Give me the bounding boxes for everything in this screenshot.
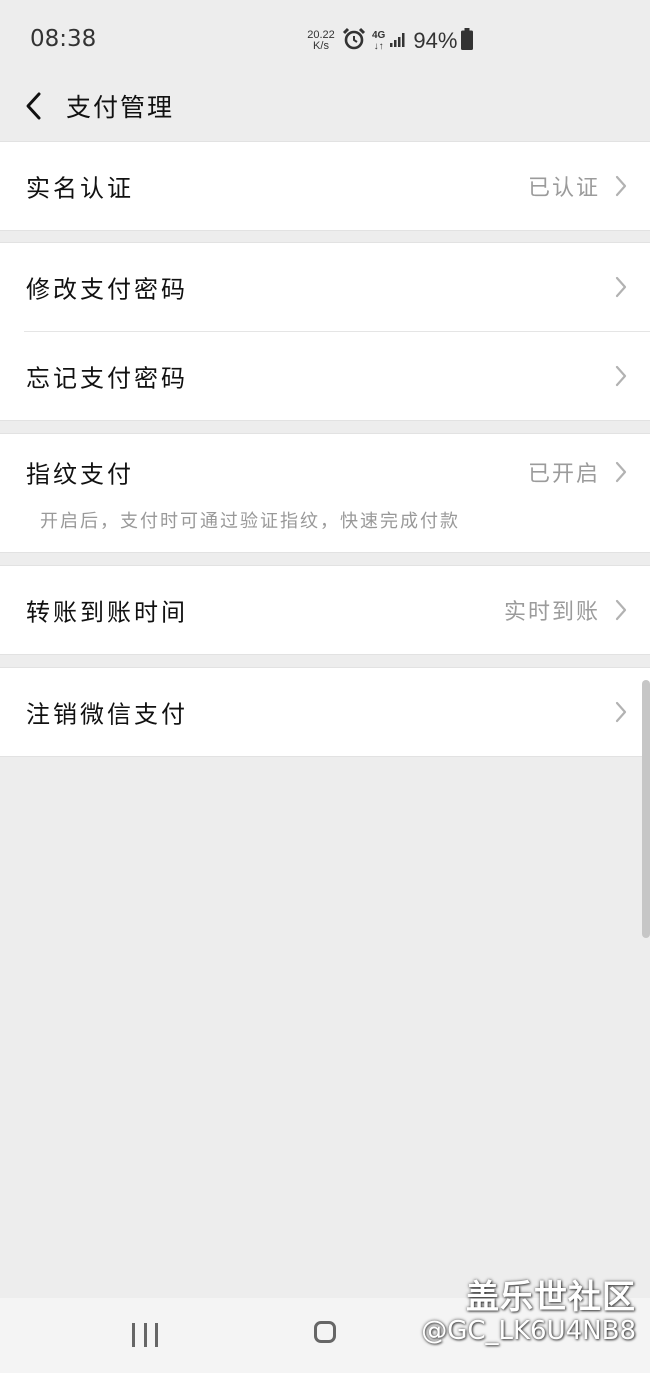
settings-group-fingerprint: 指纹支付 已开启 开启后，支付时可通过验证指纹，快速完成付款 [0, 433, 650, 553]
home-button[interactable] [314, 1321, 336, 1343]
network-type-label: 4G [372, 30, 386, 41]
row-real-name-verification[interactable]: 实名认证 已认证 [0, 142, 650, 230]
row-transfer-arrival-time[interactable]: 转账到账时间 实时到账 [0, 566, 650, 654]
page-title: 支付管理 [66, 93, 175, 122]
settings-group-verification: 实名认证 已认证 [0, 141, 650, 231]
row-label: 转账到账时间 [26, 598, 188, 627]
status-time: 08:38 [30, 26, 97, 52]
row-label: 修改支付密码 [26, 275, 188, 304]
row-change-pay-password[interactable]: 修改支付密码 [0, 243, 650, 331]
row-forgot-pay-password[interactable]: 忘记支付密码 [0, 332, 650, 420]
row-label: 实名认证 [26, 174, 134, 203]
network-speed-unit: K/s [313, 40, 329, 52]
settings-group-password: 修改支付密码 忘记支付密码 [0, 242, 650, 421]
network-speed: 20.22 K/s [304, 30, 338, 52]
signal-icon [389, 30, 407, 52]
watermark-brand: 盖乐世社区 [466, 1277, 636, 1316]
settings-group-transfer: 转账到账时间 实时到账 [0, 565, 650, 655]
row-label: 注销微信支付 [26, 700, 188, 729]
scrollbar[interactable] [642, 680, 650, 938]
recent-apps-bar [155, 1323, 158, 1347]
row-deactivate-wechat-pay[interactable]: 注销微信支付 [0, 668, 650, 756]
chevron-right-icon [615, 365, 627, 387]
chevron-right-icon [615, 599, 627, 621]
chevron-right-icon [615, 461, 627, 483]
row-label: 指纹支付 [26, 460, 134, 489]
chevron-right-icon [615, 701, 627, 723]
recent-apps-button[interactable] [132, 1323, 158, 1347]
network-type: 4G ↓↑ [372, 30, 385, 52]
row-value: 已认证 [527, 176, 600, 201]
chevron-right-icon [615, 175, 627, 197]
row-value: 实时到账 [503, 600, 600, 625]
recent-apps-bar [132, 1323, 135, 1347]
row-fingerprint-payment[interactable]: 指纹支付 已开启 [0, 434, 650, 510]
back-button[interactable] [14, 86, 54, 126]
battery-icon [461, 28, 474, 54]
chevron-left-icon [26, 92, 41, 120]
status-icons: 20.22 K/s 4G ↓↑ 94% [304, 26, 474, 56]
fingerprint-description: 开启后，支付时可通过验证指纹，快速完成付款 [40, 511, 460, 532]
recent-apps-bar [143, 1323, 147, 1347]
header: 支付管理 [0, 82, 650, 140]
chevron-right-icon [615, 276, 627, 298]
battery-percentage: 94% [413, 28, 458, 53]
row-label: 忘记支付密码 [26, 364, 188, 393]
settings-group-deactivate: 注销微信支付 [0, 667, 650, 757]
watermark-user: @GC_LK6U4NB8 [421, 1316, 636, 1346]
network-arrows: ↓↑ [373, 41, 384, 52]
row-value: 已开启 [527, 462, 600, 487]
status-bar: 08:38 20.22 K/s 4G ↓↑ 94% [0, 0, 650, 82]
alarm-icon [342, 27, 366, 55]
